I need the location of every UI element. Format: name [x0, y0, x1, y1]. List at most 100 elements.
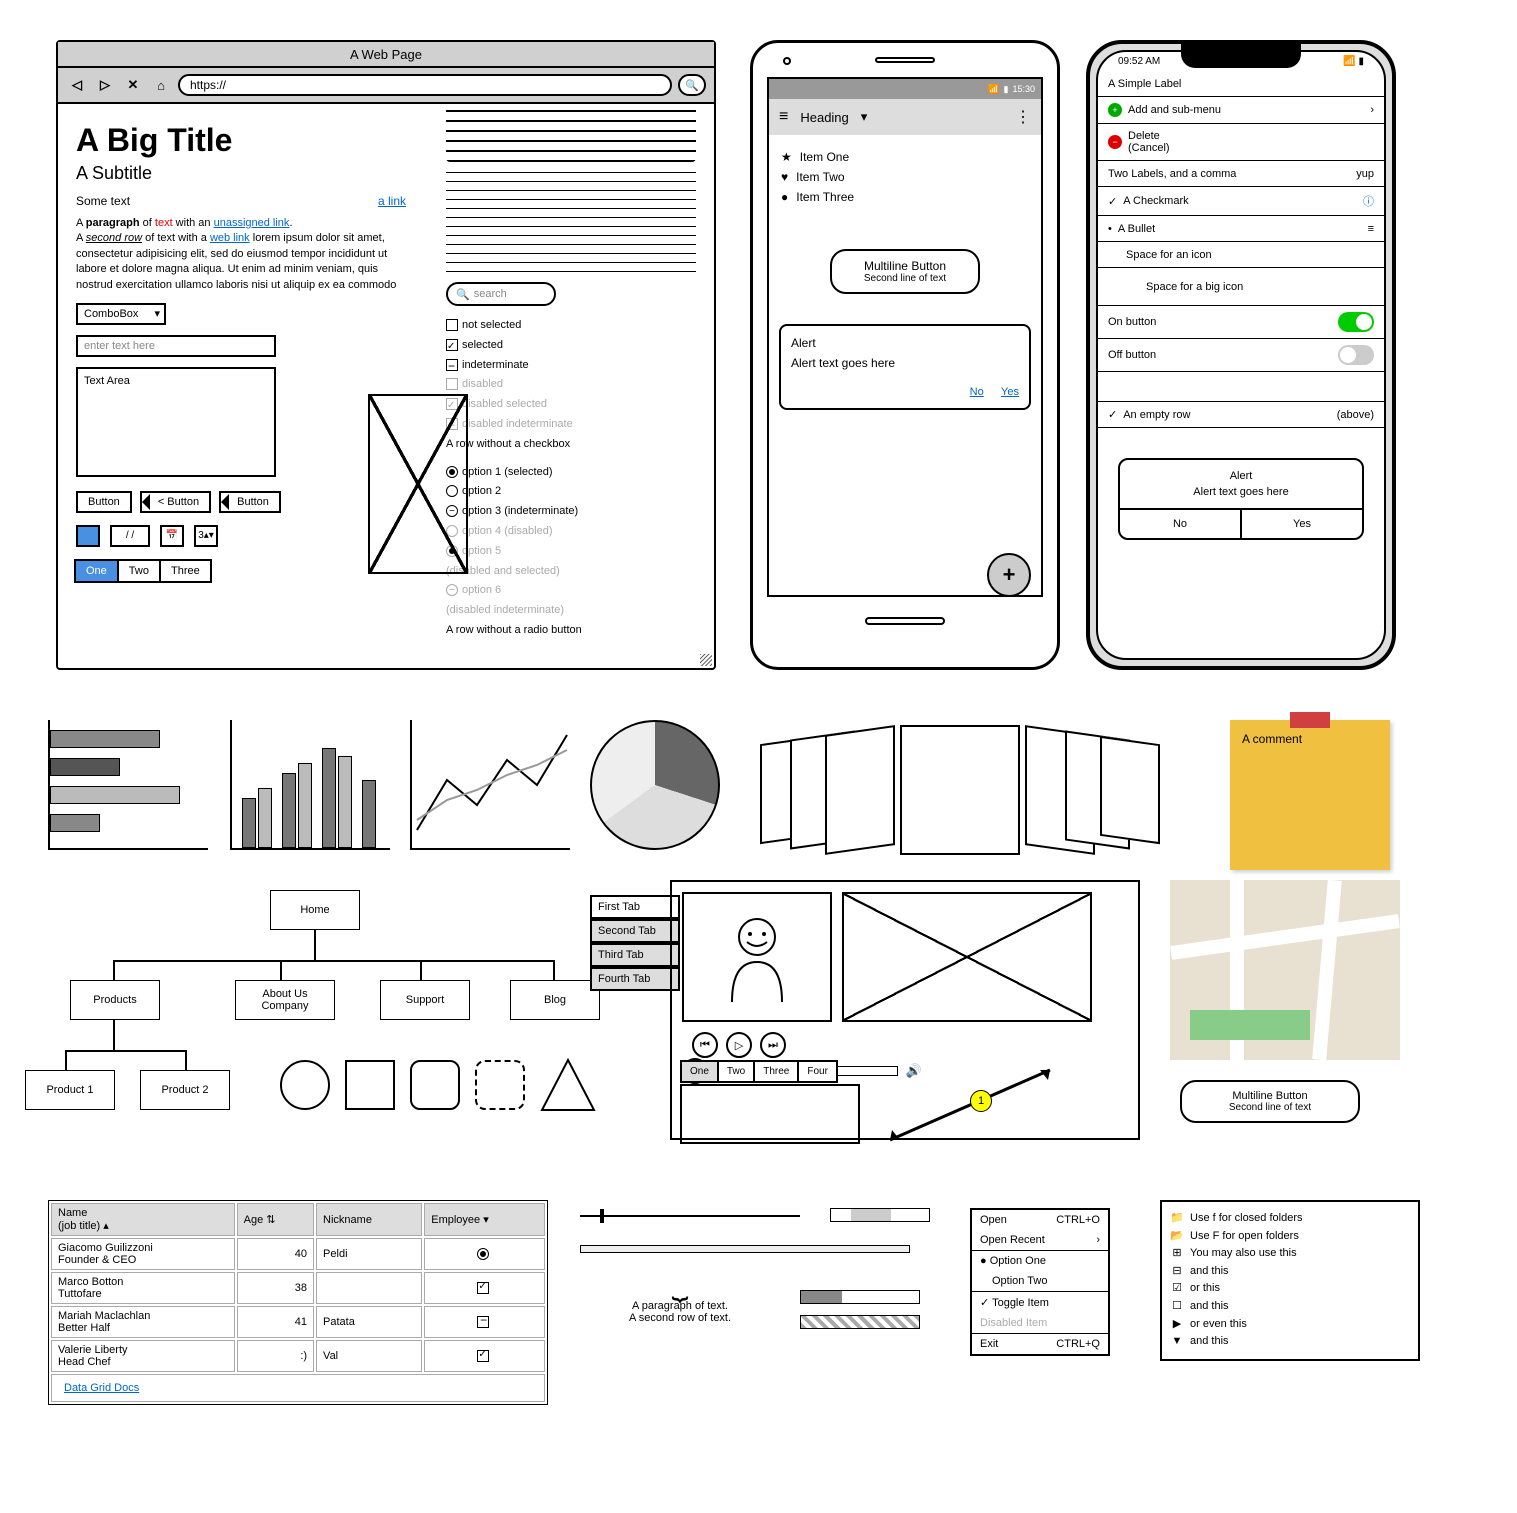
drag-handle-icon[interactable]: ≡: [1368, 223, 1374, 235]
color-picker[interactable]: [76, 525, 100, 547]
checkbox-checked[interactable]: selected: [446, 336, 696, 356]
vtab-first[interactable]: First Tab: [590, 895, 680, 919]
hamburger-icon[interactable]: ≡: [779, 108, 788, 126]
data-grid[interactable]: Name (job title) ▴ Age ⇅ Nickname Employ…: [48, 1200, 548, 1405]
radio-icon[interactable]: [477, 1248, 489, 1260]
list-item[interactable]: ★Item One: [781, 147, 1029, 167]
seg-two[interactable]: Two: [117, 559, 161, 583]
menu-exit[interactable]: ExitCTRL+Q: [972, 1334, 1108, 1354]
vtab-second[interactable]: Second Tab: [590, 919, 680, 943]
close-icon[interactable]: ✕: [122, 74, 144, 96]
htab-four[interactable]: Four: [797, 1060, 838, 1083]
date-input[interactable]: / /: [110, 525, 150, 547]
link[interactable]: a link: [378, 194, 406, 208]
tag-button[interactable]: Button: [219, 491, 281, 513]
multiline-button[interactable]: Multiline Button Second line of text: [1180, 1080, 1360, 1123]
search-input[interactable]: 🔍 search: [446, 282, 556, 306]
list-row[interactable]: Space for a big icon: [1098, 268, 1384, 306]
sitemap-product2[interactable]: Product 2: [140, 1070, 230, 1110]
menu-option-one[interactable]: ● Option One: [972, 1251, 1108, 1271]
checkbox-unchecked[interactable]: not selected: [446, 316, 696, 336]
radio-indeterminate[interactable]: option 3 (indeterminate): [446, 502, 696, 522]
rewind-button[interactable]: ⏮: [692, 1032, 718, 1058]
info-icon[interactable]: ⓘ: [1363, 193, 1374, 209]
forward-button[interactable]: ⏭: [760, 1032, 786, 1058]
numeric-stepper[interactable]: 3▴▾: [194, 525, 218, 547]
radio-selected[interactable]: option 1 (selected): [446, 463, 696, 483]
no-button[interactable]: No: [970, 386, 984, 398]
chevron-down-icon[interactable]: ▾: [861, 109, 868, 125]
segmented-control[interactable]: One Two Three: [76, 559, 406, 583]
checkbox-indeterminate[interactable]: indeterminate: [446, 356, 696, 376]
table-row[interactable]: Valerie LibertyHead Chef:)Val: [51, 1340, 545, 1372]
fab-add-button[interactable]: +: [987, 553, 1031, 597]
checkbox-icon[interactable]: [477, 1316, 489, 1328]
home-icon[interactable]: ⌂: [150, 74, 172, 96]
col-name[interactable]: Name (job title) ▴: [51, 1203, 235, 1236]
radio-option[interactable]: option 2: [446, 482, 696, 502]
yes-button[interactable]: Yes: [1001, 386, 1019, 398]
forward-icon[interactable]: ▷: [94, 74, 116, 96]
text-input[interactable]: enter text here: [76, 335, 276, 357]
list-row-bullet[interactable]: •A Bullet≡: [1098, 216, 1384, 242]
table-row[interactable]: Mariah MaclachlanBetter Half41Patata: [51, 1306, 545, 1338]
go-button[interactable]: 🔍: [678, 74, 706, 96]
back-button[interactable]: < Button: [140, 491, 211, 513]
toggle-on[interactable]: [1338, 312, 1374, 332]
back-icon[interactable]: ◁: [66, 74, 88, 96]
grid-docs-link[interactable]: Data Grid Docs: [58, 1378, 145, 1398]
combobox[interactable]: ComboBox: [76, 303, 166, 325]
textarea[interactable]: Text Area: [76, 367, 276, 477]
map-widget[interactable]: [1170, 880, 1400, 1060]
table-row[interactable]: Marco BottonTuttofare38: [51, 1272, 545, 1304]
seg-one[interactable]: One: [74, 559, 119, 583]
hslider[interactable]: [580, 1215, 800, 1217]
list-row-toggle[interactable]: On button: [1098, 306, 1384, 339]
button[interactable]: Button: [76, 491, 132, 513]
list-row[interactable]: Space for an icon: [1098, 242, 1384, 268]
list-row-add[interactable]: +Add and sub-menu›: [1098, 97, 1384, 124]
sticky-note[interactable]: A comment: [1230, 720, 1390, 870]
htab-three[interactable]: Three: [753, 1060, 799, 1083]
url-input[interactable]: https://: [178, 74, 672, 96]
htab-one[interactable]: One: [680, 1060, 719, 1083]
context-menu[interactable]: OpenCTRL+O Open Recent› ● Option One Opt…: [970, 1208, 1110, 1356]
multiline-button[interactable]: Multiline Button Second line of text: [830, 249, 980, 294]
hscrollbar[interactable]: [830, 1208, 930, 1222]
sitemap-support[interactable]: Support: [380, 980, 470, 1020]
menu-toggle-item[interactable]: ✓ Toggle Item: [972, 1292, 1108, 1313]
checkbox-icon[interactable]: [477, 1350, 489, 1362]
vtab-third[interactable]: Third Tab: [590, 943, 680, 967]
list-item[interactable]: ♥Item Two: [781, 167, 1029, 187]
list-item[interactable]: ●Item Three: [781, 187, 1029, 207]
checkbox-icon[interactable]: [477, 1282, 489, 1294]
menu-option-two[interactable]: Option Two: [972, 1271, 1108, 1291]
home-bar[interactable]: [865, 617, 945, 625]
htab-two[interactable]: Two: [717, 1060, 755, 1083]
menu-open[interactable]: OpenCTRL+O: [972, 1210, 1108, 1230]
yes-button[interactable]: Yes: [1242, 510, 1362, 538]
vtab-fourth[interactable]: Fourth Tab: [590, 967, 680, 991]
video-player[interactable]: [842, 892, 1092, 1022]
sitemap-blog[interactable]: Blog: [510, 980, 600, 1020]
list-row-checkmark[interactable]: ✓A Checkmarkⓘ: [1098, 187, 1384, 216]
resize-handle[interactable]: [700, 654, 712, 666]
toggle-off[interactable]: [1338, 345, 1374, 365]
menu-open-recent[interactable]: Open Recent›: [972, 1230, 1108, 1250]
no-button[interactable]: No: [1120, 510, 1242, 538]
list-row[interactable]: ✓An empty row(above): [1098, 402, 1384, 428]
sitemap-home[interactable]: Home: [270, 890, 360, 930]
list-row-delete[interactable]: −Delete(Cancel): [1098, 124, 1384, 161]
calendar-icon[interactable]: 📅: [160, 525, 184, 547]
more-icon[interactable]: ⋮: [1015, 107, 1031, 127]
coverflow[interactable]: [760, 720, 1160, 860]
table-row[interactable]: Giacomo GuilizzoniFounder & CEO40Peldi: [51, 1238, 545, 1270]
sitemap-about[interactable]: About Us Company: [235, 980, 335, 1020]
seg-three[interactable]: Three: [159, 559, 212, 583]
col-employee[interactable]: Employee ▾: [424, 1203, 545, 1236]
sitemap-product1[interactable]: Product 1: [25, 1070, 115, 1110]
list-row[interactable]: A Simple Label: [1098, 71, 1384, 97]
col-age[interactable]: Age ⇅: [237, 1203, 314, 1236]
col-nickname[interactable]: Nickname: [316, 1203, 422, 1236]
hsplitter[interactable]: [580, 1245, 910, 1253]
